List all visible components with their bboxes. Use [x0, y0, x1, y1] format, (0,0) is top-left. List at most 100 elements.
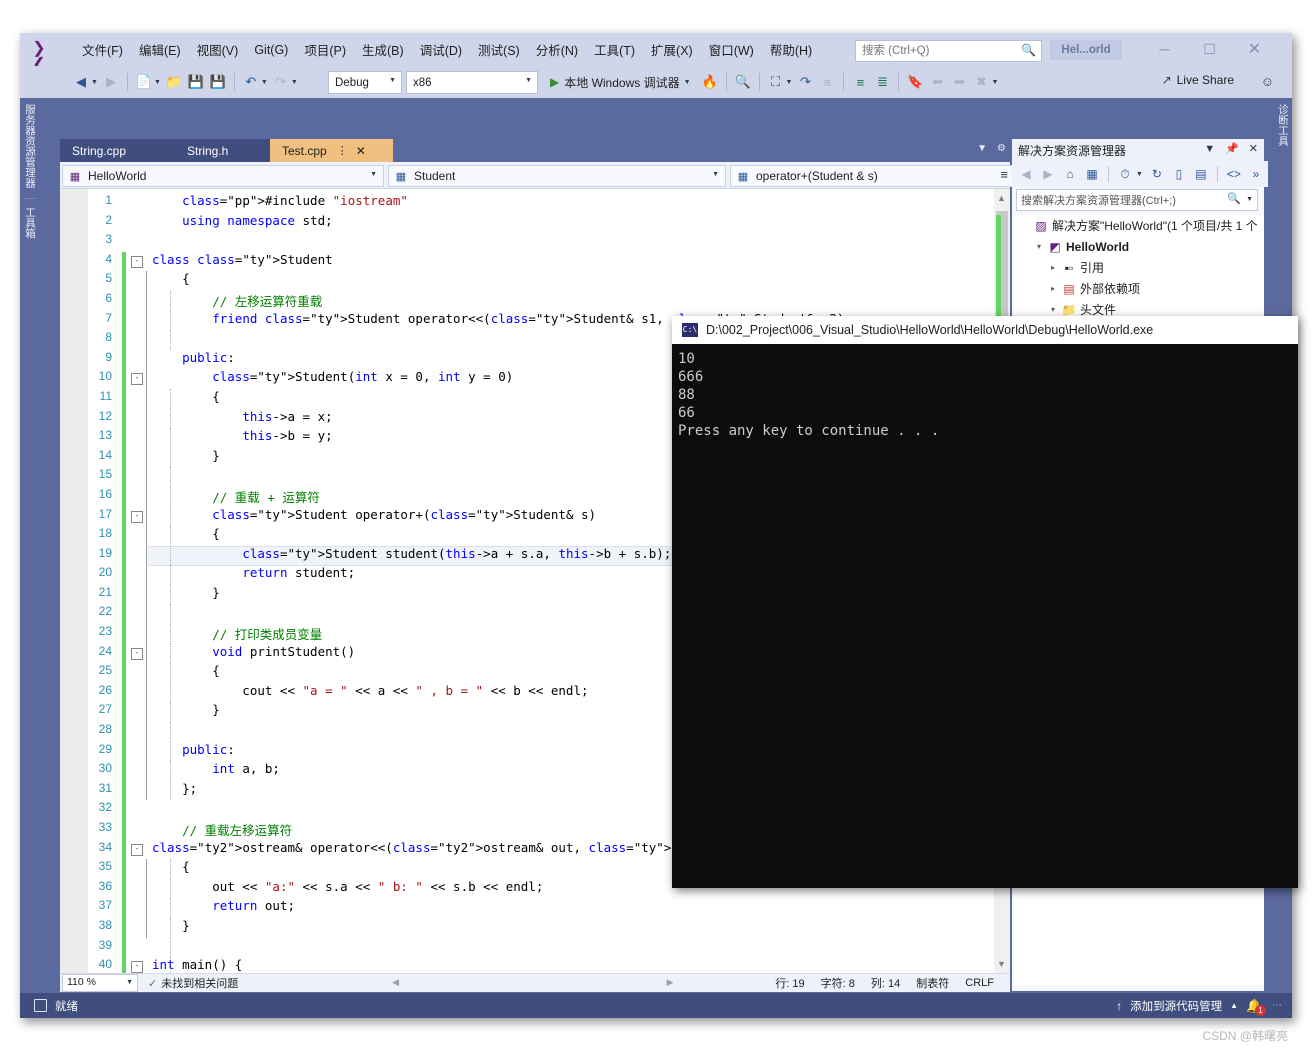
- scroll-down-icon[interactable]: ▼: [997, 959, 1006, 969]
- menu-item-edit[interactable]: 编辑(E): [131, 36, 189, 63]
- save-all-icon[interactable]: 💾: [207, 69, 229, 95]
- configuration-combo[interactable]: Debug ▼: [328, 71, 402, 94]
- sidebar-tab-toolbox[interactable]: 工具箱: [23, 198, 36, 239]
- sidebar-tab-diagnostic-tools[interactable]: 诊断工具: [1276, 104, 1289, 146]
- open-file-icon[interactable]: 📁: [163, 69, 185, 95]
- live-share-button[interactable]: ↗ Live Share: [1162, 73, 1234, 87]
- comment-selection-icon[interactable]: ↷: [794, 69, 816, 95]
- minimize-button[interactable]: ─: [1142, 33, 1187, 66]
- tree-node[interactable]: ▸ ▤ 外部依赖项: [1012, 278, 1264, 299]
- menu-item-test[interactable]: 测试(S): [470, 36, 528, 63]
- scroll-right-icon[interactable]: ▶: [667, 977, 674, 988]
- collapsed-arrow-icon[interactable]: ▸: [1046, 284, 1060, 293]
- properties-icon[interactable]: ▤: [1191, 164, 1211, 184]
- fold-toggle-icon[interactable]: -: [131, 510, 143, 523]
- collapsed-arrow-icon[interactable]: ▸: [1046, 263, 1060, 272]
- fold-toggle-icon[interactable]: -: [131, 843, 143, 856]
- quick-search-input[interactable]: [860, 42, 1014, 60]
- menu-item-build[interactable]: 生成(B): [354, 36, 412, 63]
- fold-toggle-icon[interactable]: -: [131, 647, 143, 660]
- close-button[interactable]: ✕: [1232, 33, 1277, 66]
- document-tab-test-cpp[interactable]: Test.cpp ⋮ ✕: [270, 139, 393, 162]
- menu-item-tools[interactable]: 工具(T): [586, 36, 643, 63]
- tree-node[interactable]: ▸ ▪▫ 引用: [1012, 257, 1264, 278]
- tree-node[interactable]: ▨ 解决方案"HelloWorld"(1 个项目/共 1 个: [1012, 215, 1264, 236]
- menu-item-help[interactable]: 帮助(H): [762, 36, 820, 63]
- sidebar-tab-server-explorer[interactable]: 服务器资源管理器: [23, 104, 36, 188]
- code-text: class="ty2">ostream& operator<<(class="t…: [152, 839, 754, 855]
- scroll-up-icon[interactable]: ▲: [997, 193, 1006, 203]
- solution-explorer-search[interactable]: 搜索解决方案资源管理器(Ctrl+;) 🔍 ▼: [1016, 189, 1258, 211]
- toolbar-overflow-icon[interactable]: ▼: [991, 79, 998, 86]
- code-line: 40 - int main() {: [60, 957, 1010, 973]
- pending-changes-icon[interactable]: ⏱: [1115, 164, 1135, 184]
- preview-dropdown-icon[interactable]: ▼: [786, 79, 793, 86]
- split-view-icon[interactable]: ≡: [1000, 167, 1008, 182]
- toggle-bookmark-icon[interactable]: 🔖: [904, 69, 926, 95]
- notifications-button[interactable]: 🔔 1: [1246, 997, 1266, 1016]
- scope-guide: [146, 702, 147, 723]
- expanded-arrow-icon[interactable]: ▾: [1032, 242, 1046, 251]
- undo-dropdown-icon[interactable]: ▼: [261, 79, 268, 86]
- pin-icon[interactable]: 📌: [1225, 142, 1239, 155]
- play-icon: ▶: [550, 75, 560, 89]
- panel-menu-icon[interactable]: ▼: [1204, 143, 1215, 155]
- nav-member-combo[interactable]: ▦ operator+(Student & s) ▼: [730, 165, 1024, 187]
- close-icon[interactable]: ✕: [356, 144, 366, 158]
- maximize-button[interactable]: ☐: [1187, 33, 1232, 66]
- start-debug-button[interactable]: ▶ 本地 Windows 调试器 ▼: [544, 69, 699, 95]
- send-feedback-icon[interactable]: ☺: [1261, 74, 1274, 89]
- menu-item-debug[interactable]: 调试(D): [412, 36, 470, 63]
- pin-icon[interactable]: ⋮: [337, 144, 348, 157]
- chevron-down-icon[interactable]: ▼: [1246, 196, 1253, 203]
- refresh-icon[interactable]: ↻: [1147, 164, 1167, 184]
- menu-item-extensions[interactable]: 扩展(X): [643, 36, 701, 63]
- show-all-files-icon[interactable]: <>: [1224, 164, 1244, 184]
- tree-node[interactable]: ▾ ◩ HelloWorld: [1012, 236, 1264, 257]
- console-window[interactable]: C:\ D:\002_Project\006_Visual_Studio\Hel…: [672, 316, 1298, 888]
- menu-item-analyze[interactable]: 分析(N): [528, 36, 586, 63]
- preview-changes-icon[interactable]: ⛶: [765, 69, 787, 95]
- collapse-all-icon[interactable]: ▯: [1169, 164, 1189, 184]
- overflow-icon[interactable]: »: [1246, 164, 1266, 184]
- tab-list-dropdown-icon[interactable]: ▼: [977, 143, 987, 154]
- switch-views-icon[interactable]: ▦: [1082, 164, 1102, 184]
- save-icon[interactable]: 💾: [185, 69, 207, 95]
- decrease-indent-icon[interactable]: ≣: [871, 69, 893, 95]
- menu-item-view[interactable]: 视图(V): [189, 36, 247, 63]
- undo-icon[interactable]: ↶: [240, 69, 262, 95]
- fold-toggle-icon[interactable]: -: [131, 373, 143, 386]
- document-options-icon[interactable]: ⚙: [997, 143, 1006, 154]
- source-control-label[interactable]: 添加到源代码管理: [1130, 998, 1222, 1014]
- increase-indent-icon[interactable]: ≡: [849, 69, 871, 95]
- nav-scope-combo[interactable]: ▦ Student ▼: [388, 165, 726, 187]
- code-text: cout << "a = " << a << " , b = " << b <<…: [152, 682, 589, 698]
- configuration-value: Debug: [335, 76, 369, 89]
- expanded-arrow-icon[interactable]: ▾: [1046, 305, 1060, 314]
- chevron-down-icon[interactable]: ▼: [1136, 171, 1143, 178]
- menu-item-git[interactable]: Git(G): [246, 39, 296, 61]
- fold-toggle-icon[interactable]: -: [131, 961, 143, 973]
- quick-search-box[interactable]: 🔍: [855, 40, 1042, 62]
- editor-horizontal-scrollbar[interactable]: ◀ ▶: [246, 977, 767, 989]
- console-output: 10 666 88 66 Press any key to continue .…: [678, 351, 940, 439]
- zoom-combo[interactable]: 110 % ▼: [62, 974, 138, 992]
- line-number: 12: [98, 408, 112, 423]
- navigate-back-icon[interactable]: ◀: [70, 69, 92, 95]
- menu-item-project[interactable]: 项目(P): [296, 36, 354, 63]
- platform-combo[interactable]: x86 ▼: [406, 71, 538, 94]
- nav-project-combo[interactable]: ▦ HelloWorld ▼: [62, 165, 384, 187]
- chevron-up-icon[interactable]: ▲: [1230, 1001, 1238, 1010]
- close-icon[interactable]: ✕: [1249, 142, 1258, 155]
- console-title: D:\002_Project\006_Visual_Studio\HelloWo…: [706, 323, 1154, 337]
- menu-item-window[interactable]: 窗口(W): [701, 36, 762, 63]
- scroll-left-icon[interactable]: ◀: [392, 977, 399, 988]
- new-file-dropdown-icon[interactable]: ▼: [154, 79, 161, 86]
- search-in-files-icon[interactable]: 🔍: [732, 69, 754, 95]
- chevron-down-icon[interactable]: ▼: [684, 79, 691, 86]
- navigate-back-dropdown-icon[interactable]: ▼: [91, 79, 98, 86]
- home-icon[interactable]: ⌂: [1060, 164, 1080, 184]
- menu-item-file[interactable]: 文件(F): [74, 36, 131, 63]
- new-file-icon[interactable]: 📄: [133, 69, 155, 95]
- fold-toggle-icon[interactable]: -: [131, 255, 143, 268]
